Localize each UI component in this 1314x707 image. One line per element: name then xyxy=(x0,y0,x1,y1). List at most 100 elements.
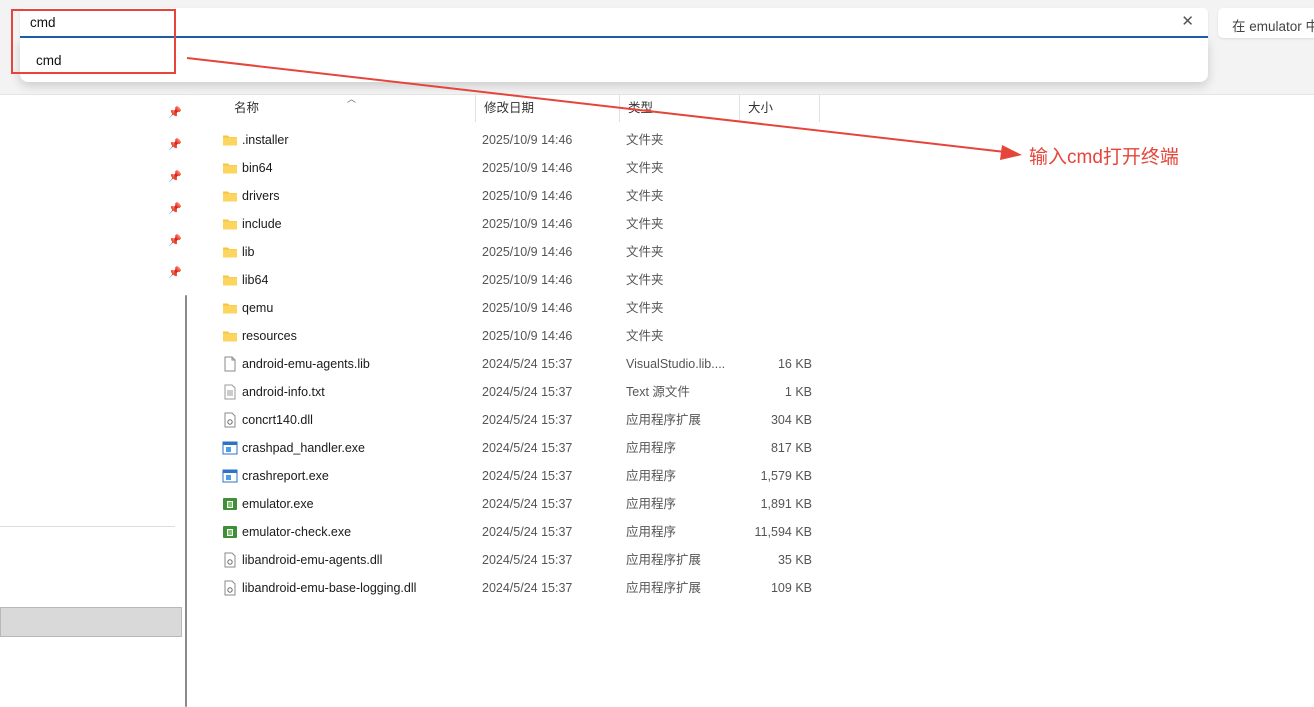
column-header-size[interactable]: 大小 xyxy=(740,95,820,122)
file-size: 1 KB xyxy=(784,385,812,399)
folder-icon xyxy=(222,300,238,316)
folder-icon xyxy=(222,132,238,148)
file-size: 817 KB xyxy=(770,441,812,455)
file-size: 304 KB xyxy=(770,413,812,427)
file-name: libandroid-emu-agents.dll xyxy=(242,553,383,567)
file-row[interactable]: android-emu-agents.lib 2024/5/24 15:37 Vis… xyxy=(200,350,820,378)
folder-icon xyxy=(222,272,238,288)
file-row[interactable]: crashpad_handler.exe 2024/5/24 15:37 应用程序 8… xyxy=(200,434,820,462)
file-date: 2024/5/24 15:37 xyxy=(482,581,573,595)
annotation-text: 输入cmd打开终端 xyxy=(1029,147,1179,168)
file-name: drivers xyxy=(242,189,280,203)
navigation-pane: 📌 📌 📌 📌 📌 📌 xyxy=(0,95,190,707)
folder-icon xyxy=(222,160,238,176)
file-name: crashpad_handler.exe xyxy=(242,441,366,455)
address-bar[interactable]: ✕ xyxy=(20,8,1208,38)
file-row[interactable]: lib 2025/10/9 14:46 文件夹 xyxy=(200,238,820,266)
file-row[interactable]: emulator-check.exe 2024/5/24 15:37 应用程序 11,… xyxy=(200,518,820,546)
file-type: VisualStudio.lib.... xyxy=(626,357,726,371)
folder-icon xyxy=(222,328,238,344)
file-size: 109 KB xyxy=(770,581,812,595)
file-row[interactable]: qemu 2025/10/9 14:46 文件夹 xyxy=(200,294,820,322)
file-type: 应用程序 xyxy=(626,469,677,483)
file-name: emulator.exe xyxy=(242,497,314,511)
file-type: 应用程序 xyxy=(626,525,677,539)
file-row[interactable]: include 2025/10/9 14:46 文件夹 xyxy=(200,210,820,238)
column-header-name-label: 名称 xyxy=(234,101,260,115)
sidebar-scrollbar[interactable] xyxy=(185,295,187,707)
file-name: bin64 xyxy=(242,161,273,175)
file-date: 2025/10/9 14:46 xyxy=(482,245,573,259)
file-row[interactable]: bin64 2025/10/9 14:46 文件夹 xyxy=(200,154,820,182)
file-name: libandroid-emu-base-logging.dll xyxy=(242,581,417,595)
file-name: lib64 xyxy=(242,273,269,287)
file-row[interactable]: libandroid-emu-base-logging.dll 2024/5/24… xyxy=(200,574,820,602)
file-type: 应用程序 xyxy=(626,497,677,511)
file-icon xyxy=(222,356,238,372)
column-header-date-label: 修改日期 xyxy=(484,101,535,115)
column-header-type-label: 类型 xyxy=(628,101,654,115)
file-date: 2025/10/9 14:46 xyxy=(482,217,573,231)
file-size: 11,594 KB xyxy=(754,525,812,539)
file-type: 文件夹 xyxy=(626,133,664,147)
top-toolbar: ✕ cmd 在 emulator 中 xyxy=(0,0,1314,95)
file-type: 文件夹 xyxy=(626,189,664,203)
file-date: 2025/10/9 14:46 xyxy=(482,301,573,315)
file-name: resources xyxy=(242,329,297,343)
file-size: 1,579 KB xyxy=(760,469,812,483)
search-box[interactable]: 在 emulator 中 xyxy=(1218,8,1314,38)
file-row[interactable]: android-info.txt 2024/5/24 15:37 Text 源文件 1… xyxy=(200,378,820,406)
file-row[interactable]: emulator.exe 2024/5/24 15:37 应用程序 1,891 KB xyxy=(200,490,820,518)
file-row[interactable]: resources 2025/10/9 14:46 文件夹 xyxy=(200,322,820,350)
file-size xyxy=(740,210,812,238)
file-row[interactable]: libandroid-emu-agents.dll 2024/5/24 15:37… xyxy=(200,546,820,574)
file-type: Text 源文件 xyxy=(626,385,690,399)
column-header-date[interactable]: 修改日期 xyxy=(476,95,620,122)
folder-icon xyxy=(222,244,238,260)
text-file-icon xyxy=(222,384,238,400)
address-input[interactable] xyxy=(30,8,1170,36)
android-exe-icon xyxy=(222,524,238,540)
dll-icon xyxy=(222,412,238,428)
file-size xyxy=(740,238,812,266)
android-exe-icon xyxy=(222,496,238,512)
file-size: 16 KB xyxy=(777,357,812,371)
file-name: qemu xyxy=(242,301,274,315)
file-size xyxy=(740,126,812,154)
pin-icon: 📌 xyxy=(168,107,182,119)
file-type: 应用程序扩展 xyxy=(626,581,702,595)
file-name: concrt140.dll xyxy=(242,413,313,427)
folder-icon xyxy=(222,216,238,232)
file-date: 2024/5/24 15:37 xyxy=(482,553,573,567)
file-name: android-emu-agents.lib xyxy=(242,357,370,371)
folder-icon xyxy=(222,188,238,204)
dll-icon xyxy=(222,552,238,568)
file-date: 2025/10/9 14:46 xyxy=(482,189,573,203)
file-date: 2025/10/9 14:46 xyxy=(482,133,573,147)
file-row[interactable]: lib64 2025/10/9 14:46 文件夹 xyxy=(200,266,820,294)
file-size xyxy=(740,294,812,322)
file-row[interactable]: .installer 2025/10/9 14:46 文件夹 xyxy=(200,126,820,154)
file-size xyxy=(740,182,812,210)
file-type: 应用程序扩展 xyxy=(626,413,702,427)
file-row[interactable]: drivers 2025/10/9 14:46 文件夹 xyxy=(200,182,820,210)
file-date: 2025/10/9 14:46 xyxy=(482,273,573,287)
pin-icon: 📌 xyxy=(168,139,182,151)
file-name: crashreport.exe xyxy=(242,469,329,483)
close-icon[interactable]: ✕ xyxy=(1181,12,1194,32)
file-type: 应用程序扩展 xyxy=(626,553,702,567)
file-name: android-info.txt xyxy=(242,385,325,399)
file-row[interactable]: concrt140.dll 2024/5/24 15:37 应用程序扩展 304 KB xyxy=(200,406,820,434)
file-size: 35 KB xyxy=(777,553,812,567)
file-date: 2024/5/24 15:37 xyxy=(482,525,573,539)
file-row[interactable]: crashreport.exe 2024/5/24 15:37 应用程序 1,579 … xyxy=(200,462,820,490)
pin-icon: 📌 xyxy=(168,171,182,183)
file-date: 2024/5/24 15:37 xyxy=(482,385,573,399)
file-date: 2024/5/24 15:37 xyxy=(482,497,573,511)
exe-icon xyxy=(222,440,238,456)
sidebar-divider xyxy=(0,526,175,527)
file-type: 文件夹 xyxy=(626,329,664,343)
file-list: 名称 ︿ 修改日期 类型 大小 .installer 2025/10/9 14:4… xyxy=(200,94,1314,612)
column-header-type[interactable]: 类型 xyxy=(620,95,740,122)
suggestion-item-cmd[interactable]: cmd xyxy=(28,46,1196,76)
